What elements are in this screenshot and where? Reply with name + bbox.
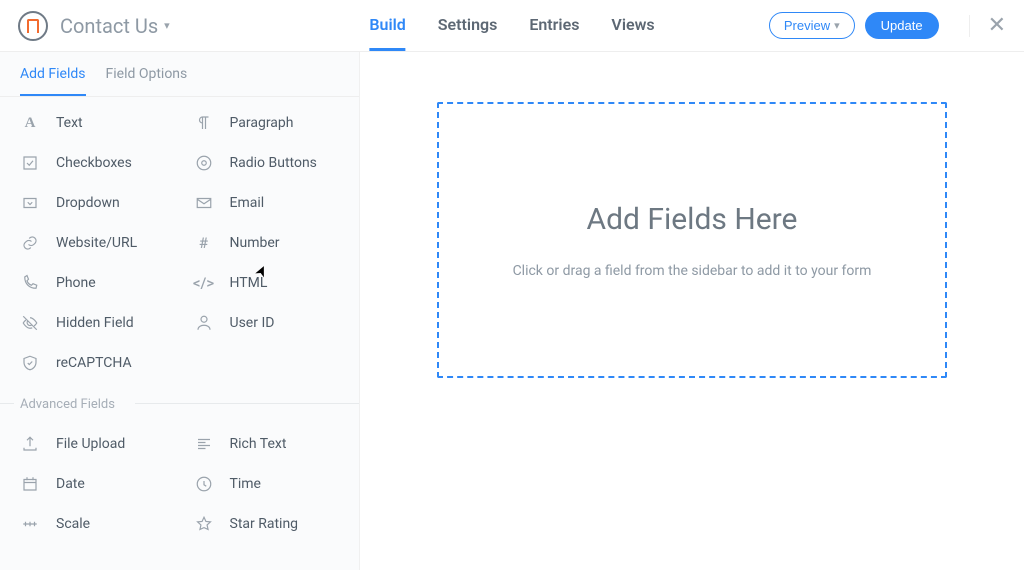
form-dropzone[interactable]: Add Fields Here Click or drag a field fr… bbox=[437, 102, 947, 378]
field-type-label: Paragraph bbox=[230, 115, 294, 131]
link-icon bbox=[20, 233, 40, 253]
field-type-label: Text bbox=[56, 115, 83, 131]
user-icon bbox=[194, 313, 214, 333]
form-title-dropdown[interactable]: Contact Us ▾ bbox=[60, 14, 170, 38]
richtext-icon bbox=[194, 434, 214, 454]
advanced-fields-header: Advanced Fields bbox=[0, 387, 359, 418]
field-type-label: reCAPTCHA bbox=[56, 355, 132, 371]
field-type-label: HTML bbox=[230, 275, 268, 291]
field-type-label: Time bbox=[230, 476, 261, 492]
chevron-down-icon: ▾ bbox=[164, 19, 170, 32]
dropzone-hint: Click or drag a field from the sidebar t… bbox=[513, 263, 872, 279]
field-type-label: Star Rating bbox=[230, 516, 299, 532]
preview-button[interactable]: Preview ▾ bbox=[769, 12, 855, 39]
update-button[interactable]: Update bbox=[865, 12, 939, 39]
shield-icon bbox=[20, 353, 40, 373]
field-type-label: Checkboxes bbox=[56, 155, 132, 171]
field-type-recaptcha[interactable]: reCAPTCHA bbox=[6, 343, 180, 383]
field-type-label: Website/URL bbox=[56, 235, 137, 251]
field-type-label: Email bbox=[230, 195, 265, 211]
field-type-label: Date bbox=[56, 476, 85, 492]
chevron-down-icon: ▾ bbox=[834, 19, 840, 32]
field-type-label: Phone bbox=[56, 275, 96, 291]
dropdown-icon bbox=[20, 193, 40, 213]
paragraph-icon bbox=[194, 113, 214, 133]
upload-icon bbox=[20, 434, 40, 454]
calendar-icon bbox=[20, 474, 40, 494]
field-type-label: Radio Buttons bbox=[230, 155, 317, 171]
app-logo bbox=[18, 11, 48, 41]
field-type-number[interactable]: # Number bbox=[180, 223, 354, 263]
field-type-radio-buttons[interactable]: Radio Buttons bbox=[180, 143, 354, 183]
nav-settings[interactable]: Settings bbox=[438, 1, 498, 51]
dropzone-heading: Add Fields Here bbox=[587, 202, 798, 237]
field-type-email[interactable]: Email bbox=[180, 183, 354, 223]
preview-button-label: Preview bbox=[784, 18, 830, 33]
field-type-paragraph[interactable]: Paragraph bbox=[180, 103, 354, 143]
nav-entries[interactable]: Entries bbox=[529, 1, 579, 51]
nav-build[interactable]: Build bbox=[369, 1, 405, 51]
hash-icon: # bbox=[194, 233, 214, 253]
field-type-label: Number bbox=[230, 235, 280, 251]
field-type-file-upload[interactable]: File Upload bbox=[6, 424, 180, 464]
field-type-dropdown[interactable]: Dropdown bbox=[6, 183, 180, 223]
hidden-icon bbox=[20, 313, 40, 333]
tab-add-fields[interactable]: Add Fields bbox=[20, 66, 86, 96]
field-type-star-rating[interactable]: Star Rating bbox=[180, 504, 354, 544]
radio-icon bbox=[194, 153, 214, 173]
field-type-checkboxes[interactable]: Checkboxes bbox=[6, 143, 180, 183]
field-type-label: File Upload bbox=[56, 436, 125, 452]
field-type-label: Dropdown bbox=[56, 195, 120, 211]
field-type-time[interactable]: Time bbox=[180, 464, 354, 504]
field-type-label: Hidden Field bbox=[56, 315, 134, 331]
field-type-html[interactable]: </> HTML bbox=[180, 263, 354, 303]
close-icon[interactable]: ✕ bbox=[969, 15, 1006, 37]
star-icon bbox=[194, 514, 214, 534]
field-type-text[interactable]: A Text bbox=[6, 103, 180, 143]
field-type-scale[interactable]: Scale bbox=[6, 504, 180, 544]
field-type-label: Rich Text bbox=[230, 436, 287, 452]
email-icon bbox=[194, 193, 214, 213]
tab-field-options[interactable]: Field Options bbox=[106, 66, 188, 96]
clock-icon bbox=[194, 474, 214, 494]
code-icon: </> bbox=[194, 273, 214, 293]
scale-icon bbox=[20, 514, 40, 534]
checkbox-icon bbox=[20, 153, 40, 173]
field-type-phone[interactable]: Phone bbox=[6, 263, 180, 303]
field-type-label: Scale bbox=[56, 516, 90, 532]
field-type-user-id[interactable]: User ID bbox=[180, 303, 354, 343]
field-type-date[interactable]: Date bbox=[6, 464, 180, 504]
field-type-label: User ID bbox=[230, 315, 275, 331]
field-type-website-url[interactable]: Website/URL bbox=[6, 223, 180, 263]
field-type-rich-text[interactable]: Rich Text bbox=[180, 424, 354, 464]
form-title-label: Contact Us bbox=[60, 14, 158, 38]
text-a-icon: A bbox=[20, 113, 40, 133]
field-type-hidden-field[interactable]: Hidden Field bbox=[6, 303, 180, 343]
nav-views[interactable]: Views bbox=[611, 1, 654, 51]
phone-icon bbox=[20, 273, 40, 293]
